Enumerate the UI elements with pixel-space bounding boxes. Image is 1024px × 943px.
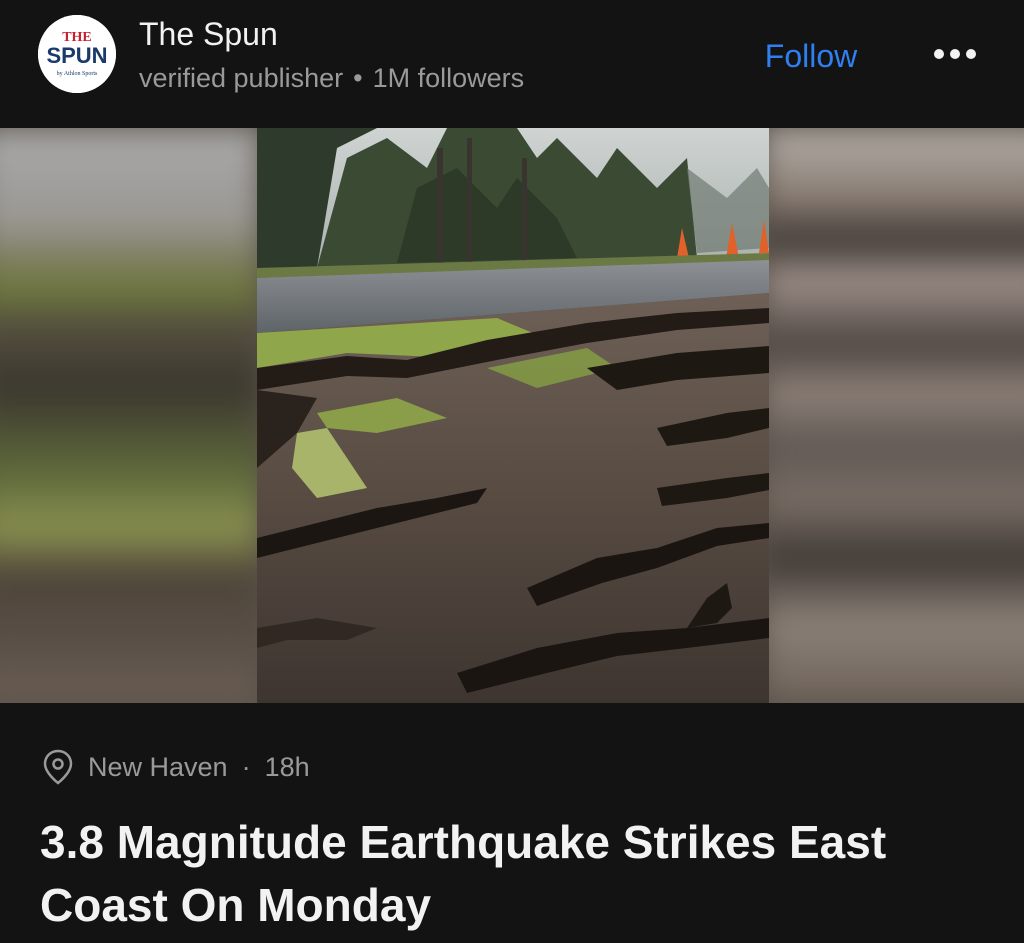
verified-label: verified publisher: [139, 63, 344, 93]
article-headline[interactable]: 3.8 Magnitude Earthquake Strikes East Co…: [40, 811, 1000, 937]
logo-line-3: by Athlon Sports: [57, 71, 98, 77]
followers-count: 1M followers: [372, 63, 525, 93]
article-media[interactable]: [0, 128, 1024, 703]
post-age: 18h: [264, 751, 310, 782]
location-pin-icon: [43, 749, 73, 785]
follow-button[interactable]: Follow: [745, 32, 877, 80]
publisher-logo[interactable]: THE SPUN by Athlon Sports: [38, 15, 116, 93]
blurred-background-left: [0, 128, 260, 703]
location-label[interactable]: New Haven: [88, 752, 228, 783]
article-photo[interactable]: [257, 128, 769, 703]
blurred-background-right: [764, 128, 1024, 703]
publisher-header: THE SPUN by Athlon Sports The Spun verif…: [0, 0, 1024, 128]
publisher-name[interactable]: The Spun: [139, 16, 278, 53]
more-horizontal-icon[interactable]: [925, 36, 985, 72]
location-row: New Haven · 18h: [40, 747, 310, 787]
meta-separator: •: [353, 63, 363, 93]
location-separator: ·: [241, 751, 251, 782]
article-info: New Haven · 18h 3.8 Magnitude Earthquake S…: [0, 703, 1024, 943]
publisher-meta: verified publisher • 1M followers: [139, 63, 524, 94]
logo-line-2: SPUN: [46, 43, 107, 68]
